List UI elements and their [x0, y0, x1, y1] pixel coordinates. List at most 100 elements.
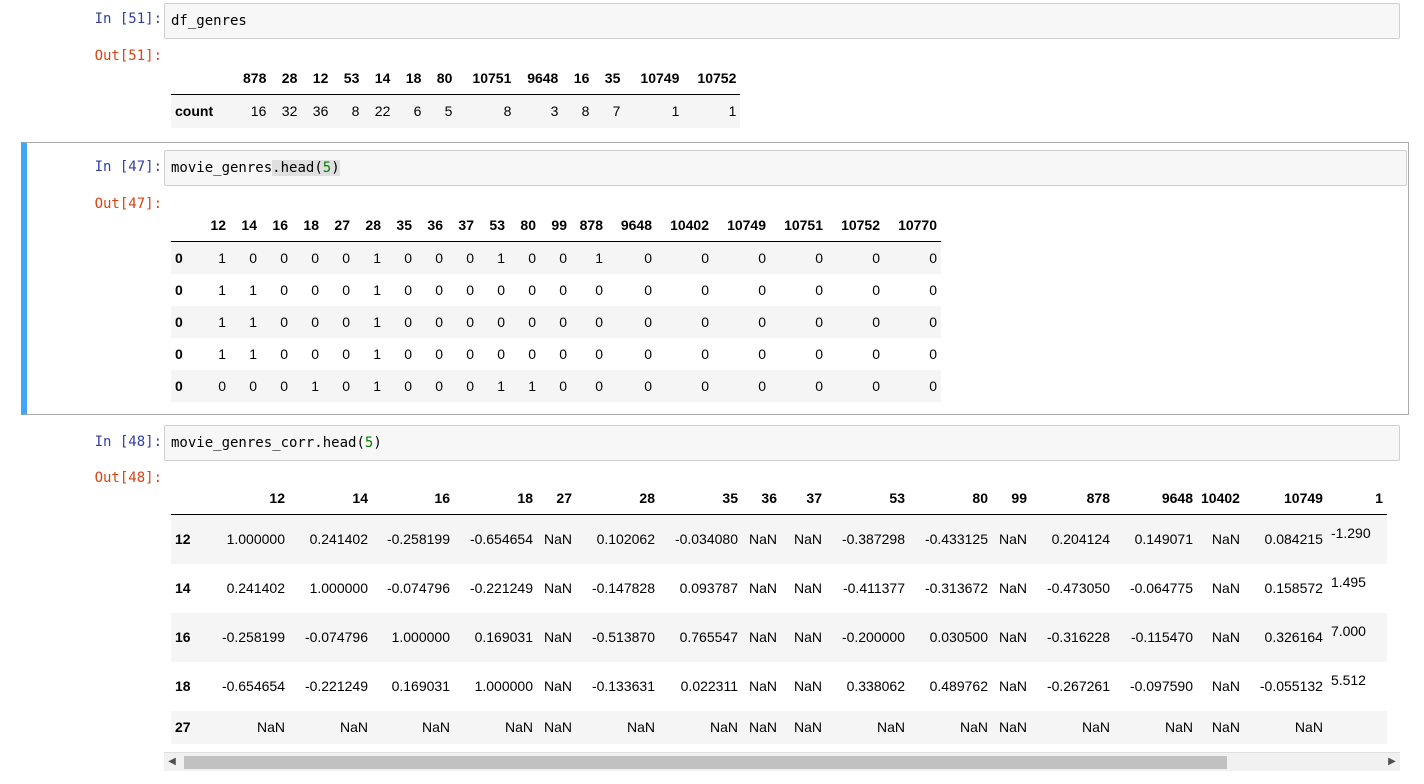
column-header: 10770 — [884, 209, 941, 242]
table-cell: 0 — [559, 313, 567, 330]
column-header: 28 — [354, 209, 385, 242]
table-cell: 0 — [218, 377, 226, 394]
table-cell: 0 — [466, 249, 474, 266]
table-cell: 0 — [497, 281, 505, 298]
notebook-cell-48[interactable]: In [48]: movie_genres_corr.head(5) Out[4… — [22, 420, 1408, 784]
column-header: 10749 — [624, 62, 684, 95]
column-header: 53 — [478, 209, 509, 242]
table-cell: 0.169031 — [391, 678, 450, 694]
table-cell: 1 — [497, 377, 505, 394]
table-cell: 0 — [758, 377, 766, 394]
table-cell: 0.204124 — [1051, 531, 1110, 548]
table-cell: 32 — [281, 103, 298, 120]
table-cell: 0.158572 — [1264, 580, 1323, 596]
table-row: 0 1 0 0 0 0 1 0 0 0 1 0 0 1 0 0 0 0 0 0 — [171, 241, 941, 274]
row-index: 18 — [175, 678, 191, 694]
code-input[interactable]: df_genres — [164, 3, 1400, 39]
table-cell: NaN — [748, 531, 777, 548]
table-cell: 1 — [218, 281, 226, 298]
table-cell: 0 — [342, 281, 350, 298]
table-cell: 3 — [550, 103, 559, 120]
notebook-cell-51[interactable]: In [51]: df_genres Out[51]: 878 28 12 53 14 1… — [22, 0, 1408, 136]
column-header: 10752 — [683, 62, 741, 95]
table-cell: 0 — [559, 377, 567, 394]
code-text: df_genres — [171, 13, 247, 29]
table-cell: 16 — [250, 103, 267, 120]
scroll-right-icon[interactable]: ▶ — [1384, 753, 1400, 771]
scroll-left-icon[interactable]: ◀ — [164, 753, 180, 771]
code-input[interactable]: movie_genres_corr.head(5) — [164, 425, 1400, 461]
table-cell: 0 — [644, 377, 652, 394]
table-cell: 0 — [280, 249, 288, 266]
table-cell: NaN — [748, 678, 777, 694]
in-prompt: In [51]: — [94, 11, 162, 27]
table-cell: -0.433125 — [924, 531, 988, 548]
table-cell: 7 — [612, 103, 621, 120]
horizontal-scrollbar[interactable]: ◀ ▶ — [164, 752, 1400, 771]
table-cell: 7.000 — [1330, 622, 1366, 639]
table-cell: 0 — [872, 377, 880, 394]
table-cell: 0 — [758, 345, 766, 362]
table-cell: 0 — [342, 345, 350, 362]
table-cell: 0 — [528, 249, 536, 266]
table-cell: -0.267261 — [1046, 678, 1110, 694]
table-cell: -0.258199 — [221, 629, 285, 645]
table-cell: 0 — [701, 377, 709, 394]
code-close-paren: ) — [373, 435, 382, 451]
column-header: 12 — [199, 209, 230, 242]
out-prompt: Out[51]: — [94, 48, 162, 64]
table-cell: 0 — [466, 313, 474, 330]
table-cell: -0.513870 — [591, 629, 655, 645]
table-cell: 8 — [503, 103, 512, 120]
table-cell: 0 — [815, 377, 823, 394]
table-cell: 0.093787 — [679, 580, 738, 596]
table-cell: 0 — [342, 249, 350, 266]
table-cell: 1 — [728, 103, 737, 120]
column-header: 14 — [230, 209, 261, 242]
column-header: 10402 — [656, 209, 713, 242]
table-cell: 0 — [497, 313, 505, 330]
column-header: 9648 — [607, 209, 656, 242]
table-cell: NaN — [421, 719, 450, 735]
column-header: 80 — [425, 62, 457, 95]
table-cell: 0.241402 — [226, 580, 285, 596]
table-cell: -0.654654 — [469, 531, 533, 548]
table-cell: 0 — [404, 281, 412, 298]
table-cell: 0.326164 — [1264, 629, 1323, 645]
table-cell: -0.074796 — [304, 629, 368, 645]
table-cell: 1 — [595, 249, 603, 266]
table-cell: 0 — [466, 281, 474, 298]
table-cell: 0 — [701, 281, 709, 298]
dataframe-output: 878 28 12 53 14 18 80 10751 9648 16 35 10749 10752 co… — [171, 62, 741, 128]
table-cell: 0 — [758, 249, 766, 266]
code-text: movie_genres — [171, 160, 273, 176]
table-cell: 0 — [404, 249, 412, 266]
table-cell: NaN — [793, 629, 822, 645]
column-header: 28 — [576, 482, 659, 515]
row-index: 12 — [175, 531, 191, 548]
table-cell: NaN — [748, 629, 777, 645]
table-cell: 8 — [351, 103, 360, 120]
column-header: 28 — [270, 62, 302, 95]
table-cell: NaN — [793, 580, 822, 596]
table-cell: -0.034080 — [674, 531, 738, 548]
table-cell: NaN — [256, 719, 285, 735]
column-header: 27 — [323, 209, 354, 242]
table-cell: NaN — [998, 719, 1027, 735]
code-input[interactable]: movie_genres.head(5) — [164, 150, 1407, 186]
notebook-cell-47[interactable]: In [47]: movie_genres.head(5) Out[47]: 1… — [21, 142, 1409, 415]
row-index: 0 — [175, 281, 183, 298]
row-index: 0 — [175, 249, 183, 266]
column-header: 80 — [509, 209, 540, 242]
table-cell: -0.200000 — [841, 629, 905, 645]
table-cell — [1327, 711, 1387, 744]
table-cell: 0 — [701, 345, 709, 362]
table-cell: 1.000000 — [391, 629, 450, 645]
table-cell: 1 — [218, 249, 226, 266]
table-cell: 0 — [815, 281, 823, 298]
column-header: 10749 — [713, 209, 770, 242]
scroll-thumb[interactable] — [184, 756, 1227, 769]
column-header: 878 — [571, 209, 607, 242]
output-scroll-area[interactable]: 12 14 16 18 27 28 35 36 37 53 80 99 878 9648 10402 1074… — [171, 482, 1400, 752]
table-cell: 1.495 — [1330, 573, 1366, 590]
